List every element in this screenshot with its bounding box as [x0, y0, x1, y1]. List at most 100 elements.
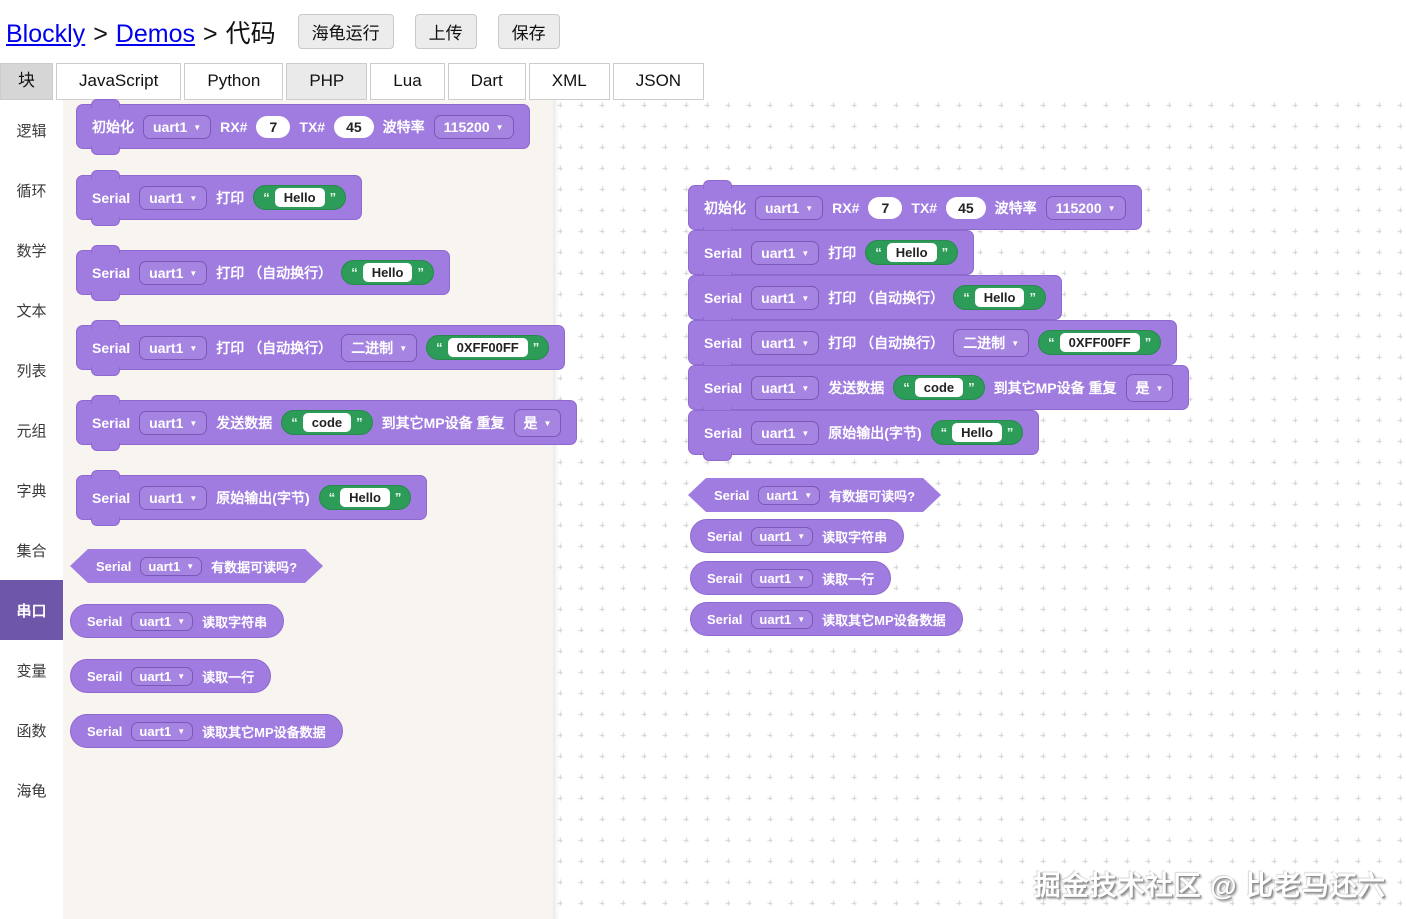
dropdown-field[interactable]: 二进制 ▼ — [341, 333, 418, 362]
dropdown-field[interactable]: 是 ▼ — [1125, 373, 1174, 402]
string-input-field[interactable]: “ Hello ” — [253, 185, 347, 210]
upload-button[interactable]: 上传 — [414, 14, 477, 49]
dropdown-field[interactable]: uart1 ▼ — [751, 526, 814, 546]
sidebar-item-串口[interactable]: 串口 — [0, 580, 63, 640]
tab-JSON[interactable]: JSON — [612, 63, 705, 100]
string-value[interactable]: Hello — [952, 423, 1002, 442]
sidebar-item-函数[interactable]: 函数 — [0, 700, 63, 760]
string-input-field[interactable]: “ 0XFF00FF ” — [1038, 330, 1162, 355]
string-value[interactable]: code — [302, 413, 352, 432]
dropdown-field[interactable]: uart1 ▼ — [139, 260, 208, 285]
block-serial-read-line[interactable]: Serail uart1 ▼ 读取一行 — [70, 659, 272, 693]
dropdown-field[interactable]: uart1 ▼ — [139, 335, 208, 360]
string-input-field[interactable]: “ Hello ” — [930, 420, 1024, 445]
block-serial-read-mp-data[interactable]: Serial uart1 ▼ 读取其它MP设备数据 — [70, 714, 343, 748]
string-value[interactable]: Hello — [886, 243, 937, 262]
dropdown-field[interactable]: 是 ▼ — [513, 408, 562, 437]
dropdown-field[interactable]: uart1 ▼ — [131, 721, 194, 741]
dropdown-field[interactable]: uart1 ▼ — [751, 330, 820, 355]
dropdown-field[interactable]: uart1 ▼ — [751, 609, 814, 629]
block-serial-read-mp-data[interactable]: Serial uart1 ▼ 读取其它MP设备数据 — [690, 602, 963, 636]
block-serial-send-data[interactable]: Serial uart1 ▼ 发送数据 “code” 到其它MP设备 重复是 ▼ — [76, 395, 578, 451]
block-serial-read-string[interactable]: Serial uart1 ▼ 读取字符串 — [70, 604, 285, 638]
string-input-field[interactable]: “ code ” — [893, 375, 985, 400]
string-value[interactable]: 0XFF00FF — [447, 338, 528, 357]
block-serial-print[interactable]: Serial uart1 ▼ 打印 “ Hello ” — [76, 170, 363, 226]
tab-Lua[interactable]: Lua — [370, 63, 445, 100]
block-serial-init[interactable]: 初始化 uart1 ▼ RX# 7 TX# 45 波特率 115200 ▼ — [688, 180, 1142, 236]
string-value[interactable]: Hello — [974, 288, 1025, 307]
dropdown-field[interactable]: uart1 ▼ — [755, 195, 824, 220]
dropdown-field[interactable]: uart1 ▼ — [131, 611, 194, 631]
tab-块[interactable]: 块 — [0, 63, 53, 100]
dropdown-field[interactable]: uart1 ▼ — [751, 375, 820, 400]
string-input-field[interactable]: “ Hello ” — [318, 485, 412, 510]
number-input-field[interactable]: 45 — [334, 115, 374, 138]
tab-Python[interactable]: Python — [184, 63, 284, 100]
string-value[interactable]: Hello — [274, 188, 325, 207]
block-serial-send-data[interactable]: Serial uart1 ▼ 发送数据 “code” 到其它MP设备 重复是 ▼ — [688, 365, 1190, 416]
block-serial-println-format[interactable]: Serial uart1 ▼ 打印 （自动换行） 二进制 ▼ “ 0XFF00FF ” — [76, 320, 566, 376]
sidebar-item-文本[interactable]: 文本 — [0, 280, 63, 340]
dropdown-field[interactable]: 二进制 ▼ — [953, 328, 1030, 357]
save-button[interactable]: 保存 — [497, 14, 560, 49]
string-input-field[interactable]: “ Hello ” — [341, 260, 434, 285]
block-text: Serial — [92, 339, 131, 356]
dropdown-field[interactable]: uart1 ▼ — [131, 666, 194, 686]
string-input-field[interactable]: “ 0XFF00FF ” — [426, 335, 550, 360]
sidebar-item-海龟[interactable]: 海龟 — [0, 760, 63, 820]
block-text: RX# — [832, 199, 860, 216]
dropdown-field[interactable]: uart1 ▼ — [751, 240, 820, 265]
sidebar-item-集合[interactable]: 集合 — [0, 520, 63, 580]
sidebar-item-循环[interactable]: 循环 — [0, 160, 63, 220]
block-serial-raw-output[interactable]: Serial uart1 ▼ 原始输出(字节) “ Hello ” — [688, 410, 1040, 461]
block-serial-println-format[interactable]: Serial uart1 ▼ 打印 （自动换行） 二进制 ▼ “ 0XFF00FF ” — [688, 320, 1178, 371]
tab-Dart[interactable]: Dart — [447, 63, 526, 100]
string-input-field[interactable]: “ Hello ” — [865, 240, 959, 265]
string-value[interactable]: Hello — [362, 263, 413, 282]
sidebar-item-数学[interactable]: 数学 — [0, 220, 63, 280]
dropdown-value: uart1 — [149, 414, 184, 431]
dropdown-field[interactable]: uart1 ▼ — [139, 185, 208, 210]
dropdown-field[interactable]: uart1 ▼ — [140, 557, 202, 576]
dropdown-field[interactable]: uart1 ▼ — [139, 410, 208, 435]
breadcrumb-link-blockly[interactable]: Blockly — [6, 20, 85, 48]
tab-XML[interactable]: XML — [528, 63, 610, 100]
chevron-down-icon: ▼ — [543, 418, 552, 428]
dropdown-field[interactable]: 115200 ▼ — [1045, 195, 1126, 220]
string-value[interactable]: 0XFF00FF — [1059, 333, 1140, 352]
chevron-down-icon: ▼ — [797, 615, 806, 624]
block-serial-println[interactable]: Serial uart1 ▼ 打印 （自动换行） “ Hello ” — [76, 245, 450, 301]
dropdown-field[interactable]: uart1 ▼ — [143, 114, 212, 139]
sidebar-item-逻辑[interactable]: 逻辑 — [0, 100, 63, 160]
block-serial-read-line[interactable]: Serail uart1 ▼ 读取一行 — [690, 561, 892, 595]
tab-JavaScript[interactable]: JavaScript — [56, 63, 182, 100]
dropdown-field[interactable]: uart1 ▼ — [751, 568, 814, 588]
sidebar-item-元组[interactable]: 元组 — [0, 400, 63, 460]
sidebar-item-字典[interactable]: 字典 — [0, 460, 63, 520]
string-value[interactable]: Hello — [340, 488, 390, 507]
number-input-field[interactable]: 7 — [256, 115, 291, 138]
string-value[interactable]: code — [914, 378, 964, 397]
sidebar-item-列表[interactable]: 列表 — [0, 340, 63, 400]
dropdown-field[interactable]: uart1 ▼ — [751, 285, 820, 310]
breadcrumb-link-demos[interactable]: Demos — [116, 20, 195, 48]
block-serial-read-string[interactable]: Serial uart1 ▼ 读取字符串 — [690, 519, 905, 553]
tab-PHP[interactable]: PHP — [286, 63, 368, 100]
number-input-field[interactable]: 45 — [946, 196, 986, 219]
turtle-run-button[interactable]: 海龟运行 — [297, 14, 394, 49]
dropdown-field[interactable]: uart1 ▼ — [139, 485, 208, 510]
block-serial-println[interactable]: Serial uart1 ▼ 打印 （自动换行） “ Hello ” — [688, 275, 1062, 326]
string-input-field[interactable]: “ Hello ” — [953, 285, 1046, 310]
number-input-field[interactable]: 7 — [868, 196, 903, 219]
dropdown-field[interactable]: 115200 ▼ — [433, 114, 514, 139]
block-serial-raw-output[interactable]: Serial uart1 ▼ 原始输出(字节) “ Hello ” — [76, 470, 428, 526]
dropdown-field[interactable]: uart1 ▼ — [751, 420, 820, 445]
string-input-field[interactable]: “ code ” — [281, 410, 373, 435]
block-serial-print[interactable]: Serial uart1 ▼ 打印 “ Hello ” — [688, 230, 975, 281]
block-serial-init[interactable]: 初始化 uart1 ▼ RX# 7 TX# 45 波特率 115200 ▼ — [76, 99, 530, 155]
block-serial-has-data[interactable]: Serial uart1 ▼ 有数据可读吗? — [70, 549, 323, 583]
dropdown-field[interactable]: uart1 ▼ — [758, 486, 820, 505]
block-serial-has-data[interactable]: Serial uart1 ▼ 有数据可读吗? — [688, 478, 941, 512]
sidebar-item-变量[interactable]: 变量 — [0, 640, 63, 700]
